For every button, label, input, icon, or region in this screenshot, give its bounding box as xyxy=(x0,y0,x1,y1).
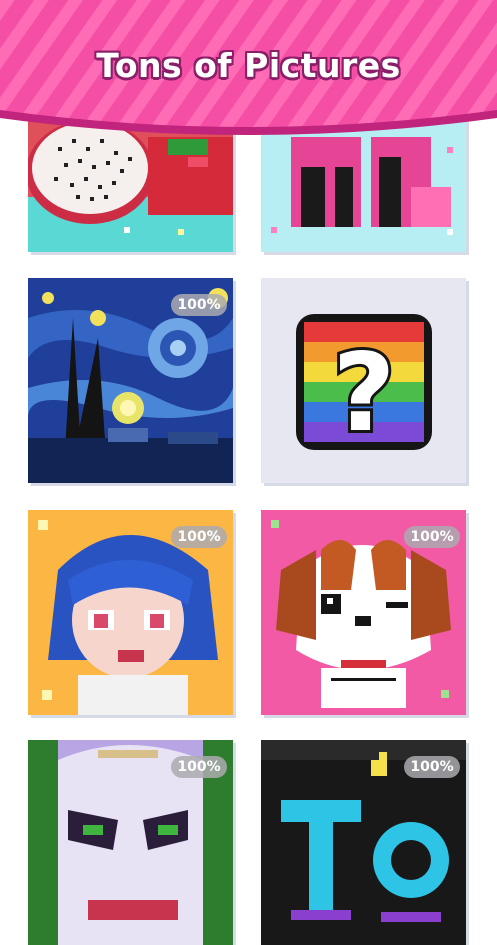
mystery-artwork: ? xyxy=(261,278,466,483)
progress-badge: 100% xyxy=(171,526,227,548)
page-title: Tons of Pictures xyxy=(96,46,401,85)
picture-puppy[interactable]: 100% xyxy=(261,510,466,715)
progress-badge: 100% xyxy=(404,756,460,778)
progress-badge: 100% xyxy=(171,756,227,778)
picture-joker[interactable]: 100% xyxy=(28,740,233,945)
picture-anime-girl[interactable]: 100% xyxy=(28,510,233,715)
picture-mystery[interactable]: ? xyxy=(261,278,466,483)
picture-starry-night[interactable]: 100% xyxy=(28,278,233,483)
progress-badge: 100% xyxy=(404,526,460,548)
header-banner: Tons of Pictures xyxy=(0,0,497,142)
progress-badge: 100% xyxy=(171,294,227,316)
picture-letters-to[interactable]: 100% xyxy=(261,740,466,945)
question-mark-icon: ? xyxy=(333,331,396,456)
